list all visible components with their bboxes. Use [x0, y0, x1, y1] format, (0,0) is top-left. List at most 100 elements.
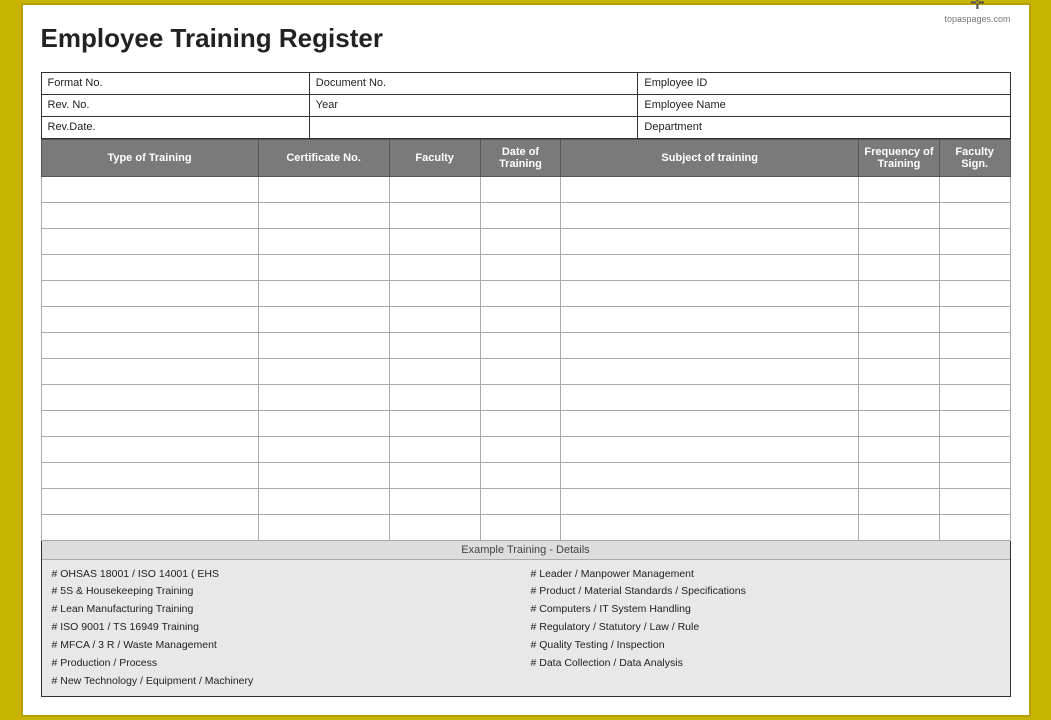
- table-cell[interactable]: [389, 280, 480, 306]
- table-cell[interactable]: [480, 280, 561, 306]
- table-cell[interactable]: [561, 306, 859, 332]
- table-cell[interactable]: [939, 280, 1010, 306]
- table-cell[interactable]: [859, 228, 940, 254]
- logo-icon: ✛: [944, 0, 1010, 14]
- table-cell[interactable]: [41, 410, 258, 436]
- table-cell[interactable]: [939, 488, 1010, 514]
- table-cell[interactable]: [41, 514, 258, 540]
- table-cell[interactable]: [561, 280, 859, 306]
- table-cell[interactable]: [41, 254, 258, 280]
- table-cell[interactable]: [480, 462, 561, 488]
- table-cell[interactable]: [258, 488, 389, 514]
- table-cell[interactable]: [480, 202, 561, 228]
- table-cell[interactable]: [41, 176, 258, 202]
- table-cell[interactable]: [561, 514, 859, 540]
- table-cell[interactable]: [41, 306, 258, 332]
- table-cell[interactable]: [480, 358, 561, 384]
- table-cell[interactable]: [480, 384, 561, 410]
- table-cell[interactable]: [480, 514, 561, 540]
- table-cell[interactable]: [561, 436, 859, 462]
- table-cell[interactable]: [939, 358, 1010, 384]
- table-cell[interactable]: [859, 462, 940, 488]
- table-cell[interactable]: [561, 332, 859, 358]
- table-cell[interactable]: [389, 228, 480, 254]
- table-cell[interactable]: [41, 202, 258, 228]
- table-cell[interactable]: [389, 202, 480, 228]
- table-cell[interactable]: [859, 332, 940, 358]
- table-cell[interactable]: [389, 488, 480, 514]
- table-cell[interactable]: [561, 384, 859, 410]
- table-cell[interactable]: [939, 514, 1010, 540]
- table-cell[interactable]: [389, 176, 480, 202]
- table-cell[interactable]: [258, 384, 389, 410]
- table-cell[interactable]: [258, 514, 389, 540]
- table-cell[interactable]: [258, 306, 389, 332]
- table-cell[interactable]: [258, 202, 389, 228]
- table-cell[interactable]: [561, 202, 859, 228]
- table-cell[interactable]: [258, 462, 389, 488]
- table-cell[interactable]: [258, 254, 389, 280]
- table-cell[interactable]: [258, 410, 389, 436]
- table-cell[interactable]: [389, 410, 480, 436]
- table-cell[interactable]: [41, 280, 258, 306]
- table-cell[interactable]: [561, 254, 859, 280]
- table-cell[interactable]: [480, 228, 561, 254]
- table-cell[interactable]: [41, 358, 258, 384]
- table-cell[interactable]: [939, 306, 1010, 332]
- table-cell[interactable]: [939, 228, 1010, 254]
- table-cell[interactable]: [561, 176, 859, 202]
- table-cell[interactable]: [258, 176, 389, 202]
- table-cell[interactable]: [258, 332, 389, 358]
- table-cell[interactable]: [939, 332, 1010, 358]
- table-cell[interactable]: [561, 462, 859, 488]
- table-cell[interactable]: [41, 488, 258, 514]
- table-cell[interactable]: [480, 176, 561, 202]
- table-cell[interactable]: [480, 488, 561, 514]
- table-cell[interactable]: [480, 410, 561, 436]
- table-cell[interactable]: [41, 462, 258, 488]
- table-cell[interactable]: [480, 436, 561, 462]
- table-cell[interactable]: [41, 384, 258, 410]
- table-cell[interactable]: [389, 332, 480, 358]
- table-cell[interactable]: [258, 280, 389, 306]
- table-cell[interactable]: [859, 514, 940, 540]
- table-cell[interactable]: [258, 358, 389, 384]
- table-cell[interactable]: [41, 332, 258, 358]
- table-cell[interactable]: [561, 488, 859, 514]
- table-cell[interactable]: [389, 436, 480, 462]
- table-cell[interactable]: [389, 358, 480, 384]
- table-cell[interactable]: [389, 384, 480, 410]
- table-cell[interactable]: [480, 254, 561, 280]
- table-cell[interactable]: [939, 384, 1010, 410]
- footer-left-item: # Production / Process: [52, 655, 521, 673]
- table-cell[interactable]: [859, 306, 940, 332]
- table-cell[interactable]: [480, 332, 561, 358]
- table-cell[interactable]: [939, 176, 1010, 202]
- table-cell[interactable]: [859, 436, 940, 462]
- table-cell[interactable]: [480, 306, 561, 332]
- table-cell[interactable]: [561, 410, 859, 436]
- table-cell[interactable]: [561, 228, 859, 254]
- table-cell[interactable]: [939, 202, 1010, 228]
- table-cell[interactable]: [859, 202, 940, 228]
- table-cell[interactable]: [939, 410, 1010, 436]
- table-cell[interactable]: [859, 358, 940, 384]
- table-cell[interactable]: [258, 228, 389, 254]
- table-cell[interactable]: [859, 488, 940, 514]
- table-cell[interactable]: [939, 254, 1010, 280]
- table-cell[interactable]: [939, 436, 1010, 462]
- table-cell[interactable]: [389, 306, 480, 332]
- table-cell[interactable]: [389, 514, 480, 540]
- table-cell[interactable]: [389, 462, 480, 488]
- table-cell[interactable]: [859, 176, 940, 202]
- table-cell[interactable]: [939, 462, 1010, 488]
- table-cell[interactable]: [859, 254, 940, 280]
- table-cell[interactable]: [859, 384, 940, 410]
- table-cell[interactable]: [859, 410, 940, 436]
- table-cell[interactable]: [389, 254, 480, 280]
- table-cell[interactable]: [41, 436, 258, 462]
- table-cell[interactable]: [258, 436, 389, 462]
- table-cell[interactable]: [41, 228, 258, 254]
- table-cell[interactable]: [859, 280, 940, 306]
- table-cell[interactable]: [561, 358, 859, 384]
